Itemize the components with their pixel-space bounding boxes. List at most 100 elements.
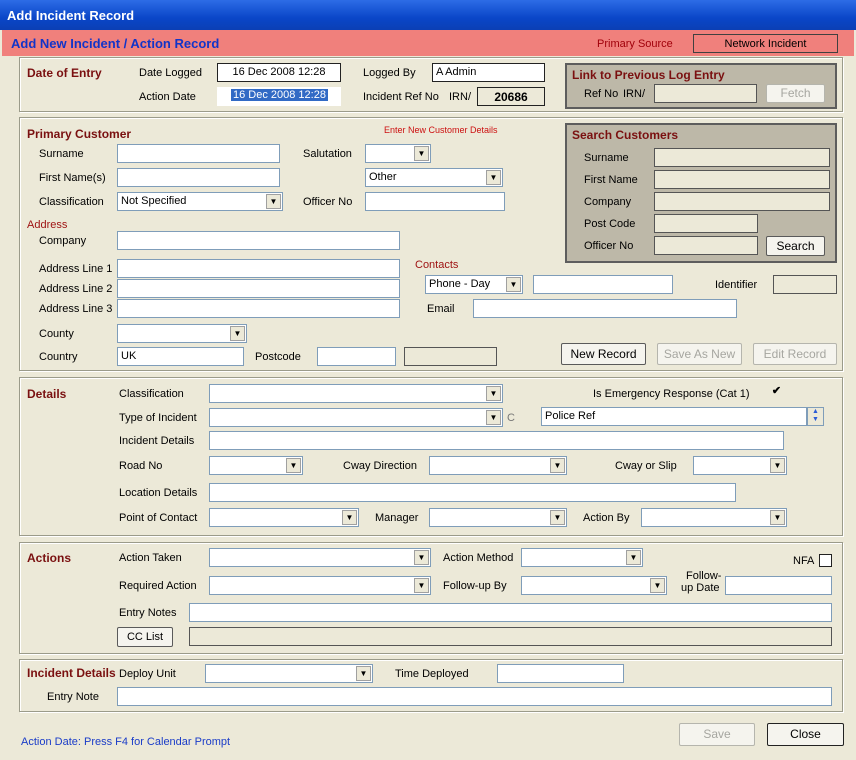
address-line-3-field[interactable]: [117, 299, 400, 318]
actions-title: Actions: [27, 551, 72, 565]
address-line-3-label: Address Line 3: [39, 303, 113, 315]
chevron-down-icon[interactable]: ▼: [506, 277, 521, 292]
required-action-select[interactable]: ▼: [209, 576, 431, 595]
cway-direction-select[interactable]: ▼: [429, 456, 567, 475]
primary-customer-title: Primary Customer: [27, 127, 132, 141]
contact-type-value: Phone - Day: [429, 278, 491, 290]
chevron-down-icon[interactable]: ▼: [486, 410, 501, 425]
new-record-button[interactable]: New Record: [561, 343, 646, 365]
manager-select[interactable]: ▼: [429, 508, 567, 527]
search-post-code-field[interactable]: [654, 214, 758, 233]
save-button[interactable]: Save: [679, 723, 755, 746]
follow-up-date-label-1: Follow-: [686, 570, 722, 582]
chevron-down-icon[interactable]: ▼: [414, 578, 429, 593]
logged-by-field[interactable]: A Admin: [432, 63, 545, 82]
fetch-button[interactable]: Fetch: [766, 84, 825, 103]
chevron-down-icon[interactable]: ▼: [626, 550, 641, 565]
classification-value: Not Specified: [121, 195, 187, 207]
chevron-down-icon[interactable]: ▼: [770, 510, 785, 525]
date-logged-field[interactable]: 16 Dec 2008 12:28: [217, 63, 341, 82]
search-officer-no-field[interactable]: [654, 236, 758, 255]
point-of-contact-label: Point of Contact: [119, 512, 198, 524]
search-first-name-field[interactable]: [654, 170, 830, 189]
officer-no-field[interactable]: [365, 192, 505, 211]
chevron-down-icon[interactable]: ▼: [414, 146, 429, 161]
road-no-label: Road No: [119, 460, 163, 472]
cc-list-button[interactable]: CC List: [117, 627, 173, 647]
entry-note-field[interactable]: [117, 687, 832, 706]
action-date-field[interactable]: 16 Dec 2008 12:28: [217, 87, 341, 106]
action-taken-select[interactable]: ▼: [209, 548, 431, 567]
postcode-field[interactable]: [317, 347, 396, 366]
logged-by-label: Logged By: [363, 67, 416, 79]
edit-record-button[interactable]: Edit Record: [753, 343, 837, 365]
classification-select[interactable]: Not Specified ▼: [117, 192, 283, 211]
chevron-down-icon[interactable]: ▼: [356, 666, 371, 681]
chevron-down-icon[interactable]: ▼: [650, 578, 665, 593]
country-field[interactable]: UK: [117, 347, 244, 366]
type-of-incident-select[interactable]: ▼: [209, 408, 503, 427]
chevron-down-icon[interactable]: ▼: [486, 386, 501, 401]
action-by-select[interactable]: ▼: [641, 508, 787, 527]
salutation-other-value: Other: [369, 171, 397, 183]
surname-field[interactable]: [117, 144, 280, 163]
time-deployed-field[interactable]: [497, 664, 624, 683]
county-select[interactable]: ▼: [117, 324, 247, 343]
date-of-entry-title: Date of Entry: [27, 66, 102, 80]
emergency-checkbox[interactable]: ✔: [770, 386, 783, 399]
details-classification-select[interactable]: ▼: [209, 384, 503, 403]
entry-notes-field[interactable]: [189, 603, 832, 622]
address-line-1-field[interactable]: [117, 259, 400, 278]
company-field[interactable]: [117, 231, 400, 250]
address-line-2-field[interactable]: [117, 279, 400, 298]
search-company-field[interactable]: [654, 192, 830, 211]
road-no-select[interactable]: ▼: [209, 456, 303, 475]
nfa-checkbox[interactable]: [819, 554, 832, 567]
deploy-unit-select[interactable]: ▼: [205, 664, 373, 683]
chevron-down-icon[interactable]: ▼: [286, 458, 301, 473]
chevron-down-icon[interactable]: ▼: [486, 170, 501, 185]
save-as-new-button[interactable]: Save As New: [657, 343, 742, 365]
address-line-2-label: Address Line 2: [39, 283, 113, 295]
officer-no-label: Officer No: [303, 196, 353, 208]
salutation-select[interactable]: ▼: [365, 144, 431, 163]
chevron-down-icon[interactable]: ▼: [770, 458, 785, 473]
chevron-down-icon[interactable]: ▼: [266, 194, 281, 209]
deploy-unit-label: Deploy Unit: [119, 668, 176, 680]
search-surname-field[interactable]: [654, 148, 830, 167]
action-method-select[interactable]: ▼: [521, 548, 643, 567]
nfa-label: NFA: [793, 555, 815, 567]
location-details-field[interactable]: [209, 483, 736, 502]
chevron-down-icon[interactable]: ▼: [550, 458, 565, 473]
follow-up-by-select[interactable]: ▼: [521, 576, 667, 595]
incident-details-field[interactable]: [209, 431, 784, 450]
cway-slip-select[interactable]: ▼: [693, 456, 787, 475]
salutation-other-select[interactable]: Other ▼: [365, 168, 503, 187]
search-company-label: Company: [584, 196, 632, 208]
identifier-field: [773, 275, 837, 294]
point-of-contact-select[interactable]: ▼: [209, 508, 359, 527]
first-names-field[interactable]: [117, 168, 280, 187]
location-details-label: Location Details: [119, 487, 198, 499]
spinner-arrows-icon[interactable]: ▲ ▼: [807, 407, 824, 426]
surname-label: Surname: [39, 148, 84, 160]
postcode-lookup-box: [404, 347, 497, 366]
email-field[interactable]: [473, 299, 737, 318]
page-title: Add New Incident / Action Record: [11, 36, 220, 51]
manager-label: Manager: [375, 512, 419, 524]
follow-up-date-field[interactable]: [725, 576, 832, 595]
close-button[interactable]: Close: [767, 723, 844, 746]
type-of-incident-label: Type of Incident: [119, 412, 197, 424]
contact-value-field[interactable]: [533, 275, 673, 294]
primary-source-label: Primary Source: [597, 38, 673, 50]
search-button[interactable]: Search: [766, 236, 825, 256]
chevron-down-icon[interactable]: ▼: [550, 510, 565, 525]
chevron-down-icon[interactable]: ▼: [414, 550, 429, 565]
cway-slip-label: Cway or Slip: [615, 460, 677, 472]
search-post-code-label: Post Code: [584, 218, 636, 230]
police-ref-field[interactable]: Police Ref: [541, 407, 807, 426]
contact-type-select[interactable]: Phone - Day ▼: [425, 275, 523, 294]
chevron-down-icon[interactable]: ▼: [342, 510, 357, 525]
ref-no-field[interactable]: [654, 84, 757, 103]
chevron-down-icon[interactable]: ▼: [230, 326, 245, 341]
